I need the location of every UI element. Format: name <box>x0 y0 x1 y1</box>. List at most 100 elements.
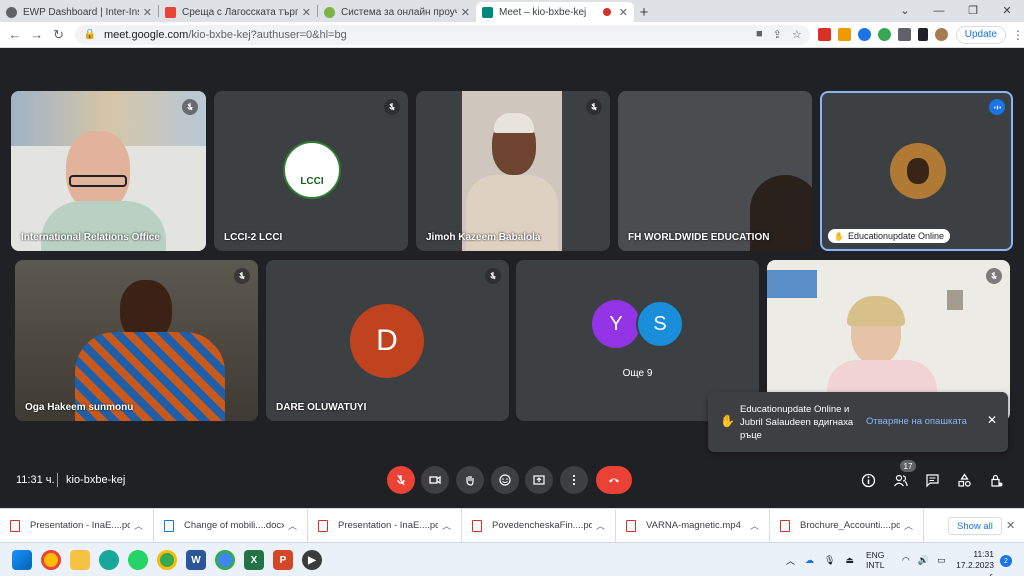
meeting-controls: 11:31 ч. kio-bxbe-kej 17 <box>0 460 1024 508</box>
participant-tile-speaking[interactable]: ✋ Educationupdate Online <box>820 91 1013 251</box>
usb-icon[interactable]: ⏏ <box>845 555 854 566</box>
close-icon[interactable]: ✕ <box>302 6 311 19</box>
participant-name: Educationupdate Online <box>847 231 945 241</box>
more-options-button[interactable] <box>560 466 588 494</box>
meeting-info-button[interactable] <box>858 470 878 490</box>
download-item[interactable]: Brochure_Accounti....pdf ︿ <box>770 508 924 543</box>
mic-icon[interactable]: 🎙 <box>824 555 835 566</box>
avatar-initial: Y <box>609 312 623 335</box>
battery-icon[interactable]: ▭ <box>937 555 946 566</box>
raise-hand-button[interactable] <box>456 466 484 494</box>
windows-start-icon[interactable] <box>12 550 32 570</box>
whatsapp-icon[interactable] <box>128 550 148 570</box>
mic-toggle-button[interactable] <box>387 466 415 494</box>
chrome-icon[interactable] <box>157 550 177 570</box>
chat-button[interactable] <box>922 470 942 490</box>
leave-call-button[interactable] <box>596 466 632 494</box>
close-icon[interactable]: ✕ <box>1006 519 1015 532</box>
sidebar-icon[interactable] <box>917 28 928 41</box>
lock-icon[interactable]: 🔒 <box>83 29 95 40</box>
excel-icon[interactable]: X <box>244 550 264 570</box>
show-all-downloads-button[interactable]: Show all <box>948 517 1002 535</box>
camera-toggle-button[interactable] <box>421 466 449 494</box>
name-pill: ✋ Educationupdate Online <box>828 229 951 243</box>
people-button[interactable] <box>890 470 910 490</box>
chevron-up-icon[interactable]: ︿ <box>288 519 297 532</box>
close-icon[interactable]: ✕ <box>984 412 1000 428</box>
activities-button[interactable] <box>954 470 974 490</box>
more-vert-icon[interactable]: ⋮ <box>1012 28 1024 42</box>
download-item[interactable]: PovedencheskaFin....pdf ︿ <box>462 508 616 543</box>
open-queue-button[interactable]: Отваряне на опашката <box>866 416 967 427</box>
participant-tile[interactable]: International Relations Office <box>11 91 206 251</box>
tab-label: Среща с Лагосската търговско п <box>182 6 298 18</box>
maximize-icon[interactable]: ❐ <box>956 0 990 22</box>
forward-icon[interactable]: → <box>26 27 48 42</box>
participant-tile[interactable]: D DARE OLUWATUYI <box>266 260 509 421</box>
wifi-icon[interactable]: ◠ <box>902 555 910 566</box>
url-path: /kio-bxbe-kej?authuser=0&hl=bg <box>188 28 347 41</box>
survey-icon <box>324 6 335 18</box>
powerpoint-icon[interactable]: P <box>273 550 293 570</box>
cloud-icon[interactable]: ☁ <box>805 555 814 566</box>
profile-avatar[interactable] <box>934 28 948 41</box>
others-count: Още 9 <box>622 368 653 379</box>
back-icon[interactable]: ← <box>4 27 26 42</box>
tab-search-icon[interactable]: ⌄ <box>888 0 922 22</box>
close-icon[interactable]: ✕ <box>461 6 470 19</box>
extension-icon[interactable] <box>857 28 871 41</box>
tab-ewp-dashboard[interactable]: EWP Dashboard | Inter-Institution ✕ <box>0 2 158 22</box>
extension-icon[interactable] <box>817 28 831 41</box>
download-item[interactable]: Presentation - InaE....pdf ︿ <box>308 508 462 543</box>
address-bar[interactable]: 🔒 meet.google.com/kio-bxbe-kej?authuser=… <box>75 24 810 45</box>
tab-survey-system[interactable]: Система за онлайн проучвания ✕ <box>318 2 476 22</box>
clock[interactable]: 11:31 17.2.2023 г. <box>950 549 994 576</box>
close-icon[interactable]: ✕ <box>143 6 152 19</box>
chevron-up-icon[interactable]: ︿ <box>786 554 795 567</box>
reactions-button[interactable] <box>491 466 519 494</box>
minimize-icon[interactable]: — <box>922 0 956 22</box>
chevron-up-icon[interactable]: ︿ <box>596 519 605 532</box>
chevron-up-icon[interactable]: ︿ <box>442 519 451 532</box>
edge-icon[interactable] <box>99 550 119 570</box>
tab-meet[interactable]: Meet – kio-bxbe-kej ✕ <box>476 2 634 22</box>
camera-icon[interactable]: ■ <box>756 28 763 41</box>
tab-gmail[interactable]: Среща с Лагосската търговско п ✕ <box>159 2 317 22</box>
participant-tile[interactable]: Jimoh Kazeem Babalola <box>416 91 610 251</box>
volume-icon[interactable]: 🔊 <box>918 555 929 566</box>
word-file-icon <box>164 519 174 532</box>
share-icon[interactable]: ⇪ <box>773 28 782 41</box>
download-item[interactable]: VARNA-magnetic.mp4 ︿ <box>616 508 770 543</box>
download-item[interactable]: Change of mobili....docx ︿ <box>154 508 308 543</box>
extension-icon[interactable] <box>837 28 851 41</box>
chrome-icon[interactable] <box>215 550 235 570</box>
participant-tile[interactable]: Oga Hakeem sunmonu <box>15 260 258 421</box>
participant-tile[interactable]: FH WORLDWIDE EDUCATION <box>618 91 812 251</box>
close-icon[interactable]: ✕ <box>619 6 628 19</box>
file-explorer-icon[interactable] <box>70 550 90 570</box>
close-window-icon[interactable]: ✕ <box>990 0 1024 22</box>
host-controls-button[interactable] <box>986 470 1006 490</box>
present-button[interactable] <box>525 466 553 494</box>
participant-avatar: Y <box>592 300 640 348</box>
language-indicator[interactable]: ENG INTL <box>866 550 884 570</box>
bookmark-star-icon[interactable]: ☆ <box>792 28 802 41</box>
reload-icon[interactable]: ↻ <box>48 27 70 43</box>
puzzle-icon[interactable] <box>897 28 911 41</box>
update-button[interactable]: Update <box>955 25 1006 44</box>
pdf-file-icon <box>318 519 328 532</box>
chevron-up-icon[interactable]: ︿ <box>750 519 759 532</box>
participant-tile[interactable]: LCCI LCCI-2 LCCI <box>214 91 408 251</box>
divider <box>57 473 58 487</box>
chrome-icon[interactable] <box>41 550 61 570</box>
extension-icon[interactable] <box>877 28 891 41</box>
new-tab-button[interactable]: + <box>634 2 654 22</box>
word-icon[interactable]: W <box>186 550 206 570</box>
download-item[interactable]: Presentation - InaE....pdf ︿ <box>0 508 154 543</box>
notifications-badge[interactable]: 2 <box>1000 555 1012 567</box>
speaking-indicator <box>989 99 1005 115</box>
chevron-up-icon[interactable]: ︿ <box>134 519 143 532</box>
avatar-initial: S <box>653 312 667 335</box>
media-player-icon[interactable]: ▶ <box>302 550 322 570</box>
chevron-up-icon[interactable]: ︿ <box>904 519 913 532</box>
